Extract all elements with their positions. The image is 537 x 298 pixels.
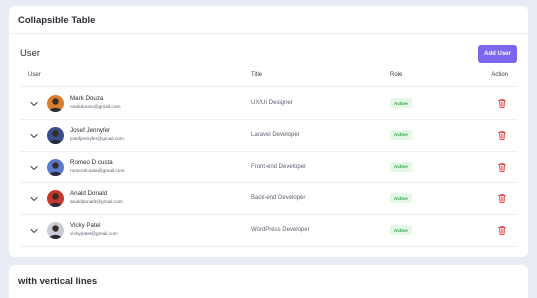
- table-row[interactable]: Josef Jennyfer josefjennyfer@gmail.com L…: [20, 120, 517, 152]
- avatar: [47, 222, 64, 240]
- user-title: Laravel Developer: [251, 131, 300, 138]
- card-title: with vertical lines: [18, 276, 98, 287]
- user-section-header: User Add User: [20, 45, 517, 65]
- status-badge: Active: [390, 225, 412, 236]
- user-name: Vicky Patel: [70, 222, 101, 230]
- avatar: [47, 158, 64, 176]
- chevron-down-icon[interactable]: [29, 99, 39, 109]
- column-header-title: Title: [251, 72, 263, 78]
- user-title: UX/UI Designer: [251, 100, 293, 106]
- trash-icon[interactable]: [497, 98, 507, 109]
- table-header: User Title Role Action: [20, 69, 517, 87]
- avatar: [47, 126, 64, 144]
- user-name: Josef Jennyfer: [70, 126, 111, 134]
- avatar: [47, 95, 64, 112]
- add-user-button[interactable]: Add User: [478, 45, 517, 63]
- user-title: WordPress Developer: [251, 227, 310, 234]
- table-row[interactable]: Romeo D custa romeodcusta@gmail.com Fron…: [20, 152, 517, 184]
- user-email: romeodcusta@gmail.com: [70, 168, 125, 174]
- chevron-down-icon[interactable]: [29, 194, 39, 204]
- user-email: markdouza@gmail.com: [70, 105, 121, 110]
- table-row[interactable]: Mark Douza markdouza@gmail.com UX/UI Des…: [20, 88, 517, 120]
- user-title: Back-end Developer: [251, 195, 306, 202]
- trash-icon[interactable]: [497, 193, 507, 204]
- collapsible-table-card: Collapsible Table User Add User User Tit…: [9, 6, 528, 257]
- chevron-down-icon[interactable]: [29, 163, 39, 173]
- chevron-down-icon[interactable]: [29, 226, 39, 236]
- table-body: Mark Douza markdouza@gmail.com UX/UI Des…: [20, 88, 517, 247]
- user-email: josefjennyfer@gmail.com: [70, 136, 124, 142]
- table-row[interactable]: Anald Donald analddonald@gmail.com Back-…: [20, 183, 517, 216]
- status-badge: Active: [390, 193, 412, 204]
- status-badge: Active: [390, 129, 412, 140]
- card-header: Collapsible Table: [9, 6, 528, 34]
- trash-icon[interactable]: [497, 162, 507, 173]
- column-header-action: Action: [491, 72, 508, 78]
- user-title: Front-end Developer: [251, 163, 307, 170]
- chevron-down-icon[interactable]: [29, 131, 39, 141]
- column-header-user: User: [28, 72, 41, 78]
- status-badge: Active: [390, 98, 412, 108]
- trash-icon[interactable]: [497, 225, 507, 236]
- user-name: Romeo D custa: [70, 158, 113, 166]
- section-title: User: [20, 48, 41, 59]
- trash-icon[interactable]: [497, 130, 507, 141]
- avatar: [47, 190, 64, 208]
- user-name: Mark Douza: [70, 95, 104, 102]
- user-name: Anald Donald: [70, 190, 108, 198]
- user-email: vickypatel@gmail.com: [70, 232, 118, 238]
- status-badge: Active: [390, 161, 412, 172]
- vertical-lines-card: with vertical lines: [9, 265, 528, 298]
- user-email: analddonald@gmail.com: [70, 200, 123, 206]
- card-title: Collapsible Table: [18, 15, 96, 26]
- column-header-role: Role: [390, 72, 403, 78]
- table-row[interactable]: Vicky Patel vickypatel@gmail.com WordPre…: [20, 215, 517, 247]
